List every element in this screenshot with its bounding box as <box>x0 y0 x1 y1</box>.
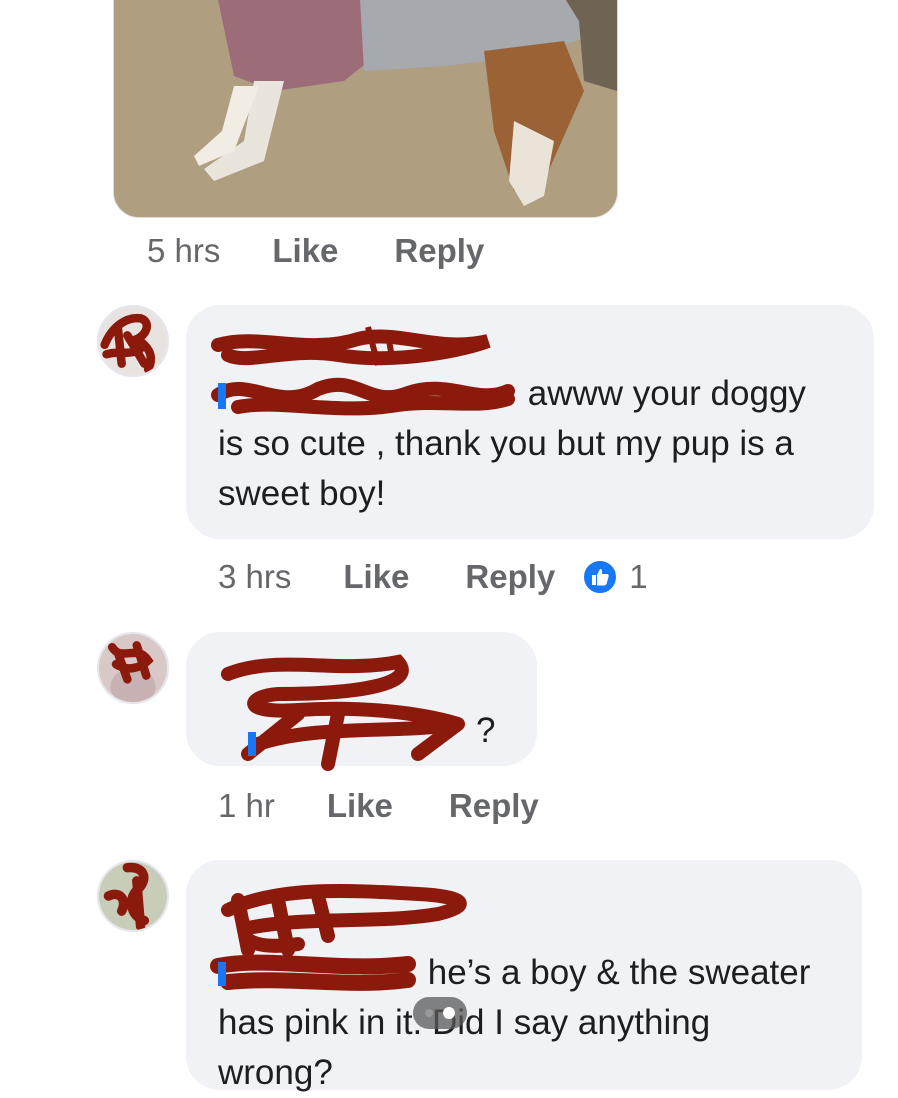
comment-1-actions: 3 hrs Like Reply 1 <box>218 558 648 596</box>
thumbs-up-icon <box>581 558 620 596</box>
comment-1-reply-button[interactable]: Reply <box>465 558 555 596</box>
comment-3-text: he’s a boy & the sweater has pink in it.… <box>210 948 830 1098</box>
comment-2-text: ? <box>218 706 505 756</box>
page-indicator[interactable] <box>413 997 467 1029</box>
comment-3-tag-redacted <box>210 952 418 998</box>
page-dot-active <box>443 1007 455 1019</box>
comment-1-like-button[interactable]: Like <box>343 558 409 596</box>
comment-2-bubble: ? <box>186 632 537 771</box>
comment-3-bubble: he’s a boy & the sweater has pink in it.… <box>186 860 862 1092</box>
comment-1-text-inline: awww your doggy <box>527 374 806 413</box>
post-photo[interactable] <box>113 0 618 218</box>
comment-1-timestamp: 3 hrs <box>218 558 292 595</box>
comment-2-text-inline: ? <box>476 711 496 750</box>
comment-3-avatar[interactable] <box>97 860 169 932</box>
comment-2-avatar[interactable] <box>97 632 169 704</box>
comment-1-bubble: awww your doggy is so cute , thank you b… <box>186 305 874 539</box>
comment-3-author-redacted <box>218 880 830 957</box>
comment-1-text: awww your doggy is so cute , thank you b… <box>211 369 842 519</box>
comment-1-reaction-count: 1 <box>629 558 648 595</box>
post-timestamp: 5 hrs <box>147 232 221 269</box>
post-reply-button[interactable]: Reply <box>394 232 484 270</box>
comment-1-reactions[interactable]: 1 <box>581 558 648 596</box>
comment-1-author-redacted <box>211 325 842 369</box>
comment-1-text-rest: is so cute , thank you but my pup is a s… <box>218 424 794 513</box>
page-dot <box>425 1009 433 1017</box>
comment-3-text-inline: he’s a boy & the sweater <box>427 953 811 992</box>
comment-2-reply-button[interactable]: Reply <box>449 787 539 825</box>
comment-2-author-redacted <box>218 654 505 771</box>
comment-1-tag-redacted <box>211 373 518 419</box>
comment-1-avatar[interactable] <box>97 305 169 377</box>
comment-2-timestamp: 1 hr <box>218 787 275 824</box>
post-like-button[interactable]: Like <box>272 232 338 270</box>
comment-2-like-button[interactable]: Like <box>327 787 393 825</box>
post-actions: 5 hrs Like Reply <box>147 232 484 270</box>
comment-2-actions: 1 hr Like Reply <box>218 787 539 825</box>
